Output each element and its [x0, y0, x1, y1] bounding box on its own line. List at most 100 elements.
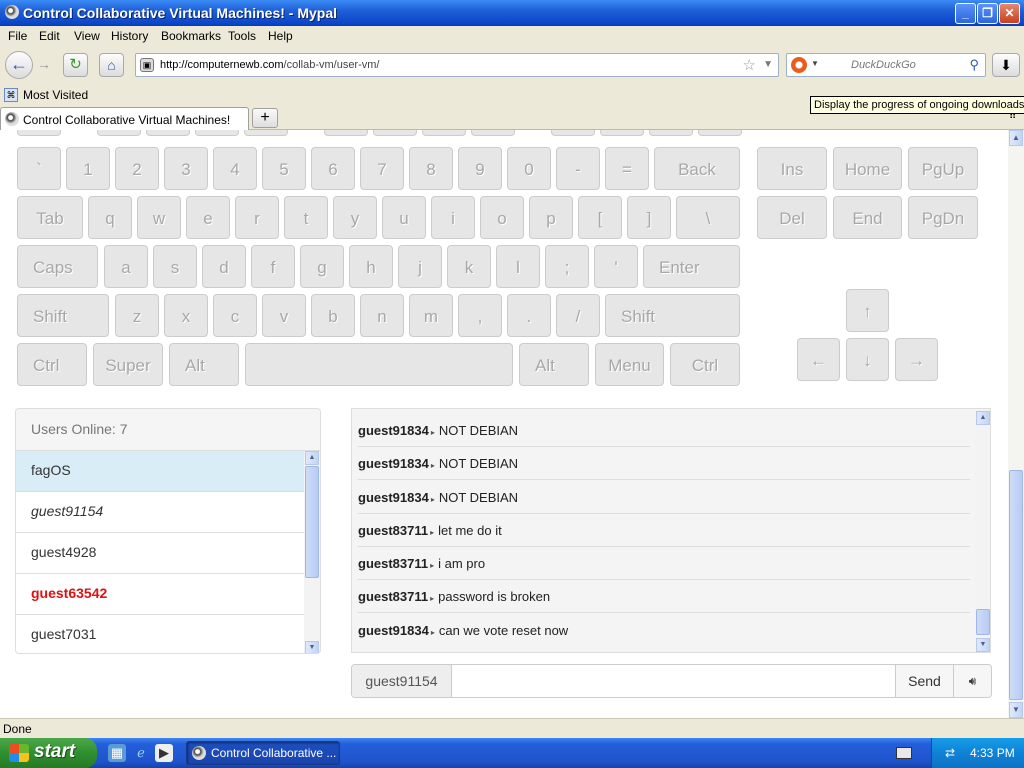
user-list-item[interactable]: guest4928: [16, 533, 304, 574]
key-partial[interactable]: [422, 130, 466, 136]
key-period[interactable]: .: [507, 294, 551, 337]
key-page-up[interactable]: PgUp: [908, 147, 978, 190]
arrow-up-key[interactable]: ↑: [846, 289, 889, 332]
key-right-bracket[interactable]: ]: [627, 196, 671, 239]
key-w[interactable]: w: [137, 196, 181, 239]
scroll-down-icon[interactable]: ▼: [1009, 702, 1023, 718]
key-comma[interactable]: ,: [458, 294, 502, 337]
key-z[interactable]: z: [115, 294, 159, 337]
key-partial[interactable]: [471, 130, 515, 136]
key-r[interactable]: r: [235, 196, 279, 239]
key-partial[interactable]: [97, 130, 141, 136]
network-icon[interactable]: ⇄: [942, 745, 958, 761]
key-quote[interactable]: ': [594, 245, 638, 288]
bookmark-star-icon[interactable]: ☆: [743, 56, 756, 74]
scroll-thumb[interactable]: [305, 466, 319, 578]
restore-button[interactable]: ❐: [977, 3, 998, 24]
scroll-thumb[interactable]: [1009, 470, 1023, 700]
key-insert[interactable]: Ins: [757, 147, 827, 190]
search-placeholder[interactable]: DuckDuckGo: [851, 59, 916, 71]
download-arrow-icon[interactable]: ⬇: [992, 53, 1020, 77]
menu-help[interactable]: Help: [268, 29, 293, 43]
key-left-bracket[interactable]: [: [578, 196, 622, 239]
key-p[interactable]: p: [529, 196, 573, 239]
key-n[interactable]: n: [360, 294, 404, 337]
key-7[interactable]: 7: [360, 147, 404, 190]
key-s[interactable]: s: [153, 245, 197, 288]
key-m[interactable]: m: [409, 294, 453, 337]
key-partial[interactable]: [373, 130, 417, 136]
key-menu[interactable]: Menu: [595, 343, 664, 386]
key-f[interactable]: f: [251, 245, 295, 288]
key-left-ctrl[interactable]: Ctrl: [17, 343, 87, 386]
scroll-down-icon[interactable]: ▼: [305, 641, 319, 653]
key-l[interactable]: l: [496, 245, 540, 288]
key-partial[interactable]: [649, 130, 693, 136]
key-right-alt[interactable]: Alt: [519, 343, 589, 386]
media-player-icon[interactable]: ▶: [155, 744, 173, 762]
user-list-item[interactable]: guest63542: [16, 574, 304, 615]
key-tab[interactable]: Tab: [17, 196, 83, 239]
key-enter[interactable]: Enter: [643, 245, 740, 288]
key-3[interactable]: 3: [164, 147, 208, 190]
key-partial[interactable]: [244, 130, 288, 136]
menu-file[interactable]: File: [8, 29, 27, 43]
user-list-item[interactable]: fagOS: [16, 451, 304, 492]
engine-dropdown-icon[interactable]: ▼: [811, 59, 819, 68]
reload-icon[interactable]: ↻: [63, 53, 88, 77]
key-h[interactable]: h: [349, 245, 393, 288]
menu-tools[interactable]: Tools: [228, 29, 256, 43]
key-partial[interactable]: [551, 130, 595, 136]
show-desktop-icon[interactable]: ▦: [108, 744, 126, 762]
menu-history[interactable]: History: [111, 29, 148, 43]
key-b[interactable]: b: [311, 294, 355, 337]
key-backspace[interactable]: Back: [654, 147, 740, 190]
key-g[interactable]: g: [300, 245, 344, 288]
scroll-up-icon[interactable]: ▲: [1009, 130, 1023, 146]
search-icon[interactable]: ⚲: [969, 57, 979, 73]
new-tab-button[interactable]: +: [252, 108, 278, 128]
key-j[interactable]: j: [398, 245, 442, 288]
key-home[interactable]: Home: [833, 147, 902, 190]
key-right-ctrl[interactable]: Ctrl: [670, 343, 740, 386]
key-u[interactable]: u: [382, 196, 426, 239]
key-y[interactable]: y: [333, 196, 377, 239]
key-partial[interactable]: [698, 130, 742, 136]
taskbar-window-button[interactable]: Control Collaborative ...: [186, 741, 340, 765]
key-x[interactable]: x: [164, 294, 208, 337]
menu-bookmarks[interactable]: Bookmarks: [161, 29, 221, 43]
key-minus[interactable]: -: [556, 147, 600, 190]
key-backtick[interactable]: `: [17, 147, 61, 190]
internet-explorer-icon[interactable]: ℯ: [132, 744, 150, 762]
address-bar[interactable]: ▣ http://computernewb.com/collab-vm/user…: [135, 53, 779, 77]
key-left-alt[interactable]: Alt: [169, 343, 239, 386]
key-t[interactable]: t: [284, 196, 328, 239]
duckduckgo-icon[interactable]: [791, 57, 807, 73]
key-semicolon[interactable]: ;: [545, 245, 589, 288]
key-0[interactable]: 0: [507, 147, 551, 190]
key-v[interactable]: v: [262, 294, 306, 337]
key-i[interactable]: i: [431, 196, 475, 239]
key-delete[interactable]: Del: [757, 196, 827, 239]
key-4[interactable]: 4: [213, 147, 257, 190]
key-page-down[interactable]: PgDn: [908, 196, 978, 239]
minimize-button[interactable]: _: [955, 3, 976, 24]
arrow-down-key[interactable]: ↓: [846, 338, 889, 381]
scroll-thumb[interactable]: [976, 609, 990, 635]
key-o[interactable]: o: [480, 196, 524, 239]
chat-username-label[interactable]: guest91154: [352, 665, 452, 697]
menu-edit[interactable]: Edit: [39, 29, 60, 43]
close-button[interactable]: ✕: [999, 3, 1020, 24]
url-text[interactable]: http://computernewb.com/collab-vm/user-v…: [160, 59, 379, 71]
key-9[interactable]: 9: [458, 147, 502, 190]
scroll-down-icon[interactable]: ▼: [976, 638, 990, 652]
chat-scrollbar[interactable]: ▲ ▼: [975, 409, 990, 652]
keyboard-icon[interactable]: [896, 747, 912, 759]
speaker-icon[interactable]: 🔊︎: [953, 665, 991, 697]
key-backslash[interactable]: \: [676, 196, 740, 239]
key-space[interactable]: [245, 343, 513, 386]
user-list-item[interactable]: guest91154: [16, 492, 304, 533]
key-c[interactable]: c: [213, 294, 257, 337]
key-super[interactable]: Super: [93, 343, 163, 386]
key-partial[interactable]: [17, 130, 61, 136]
